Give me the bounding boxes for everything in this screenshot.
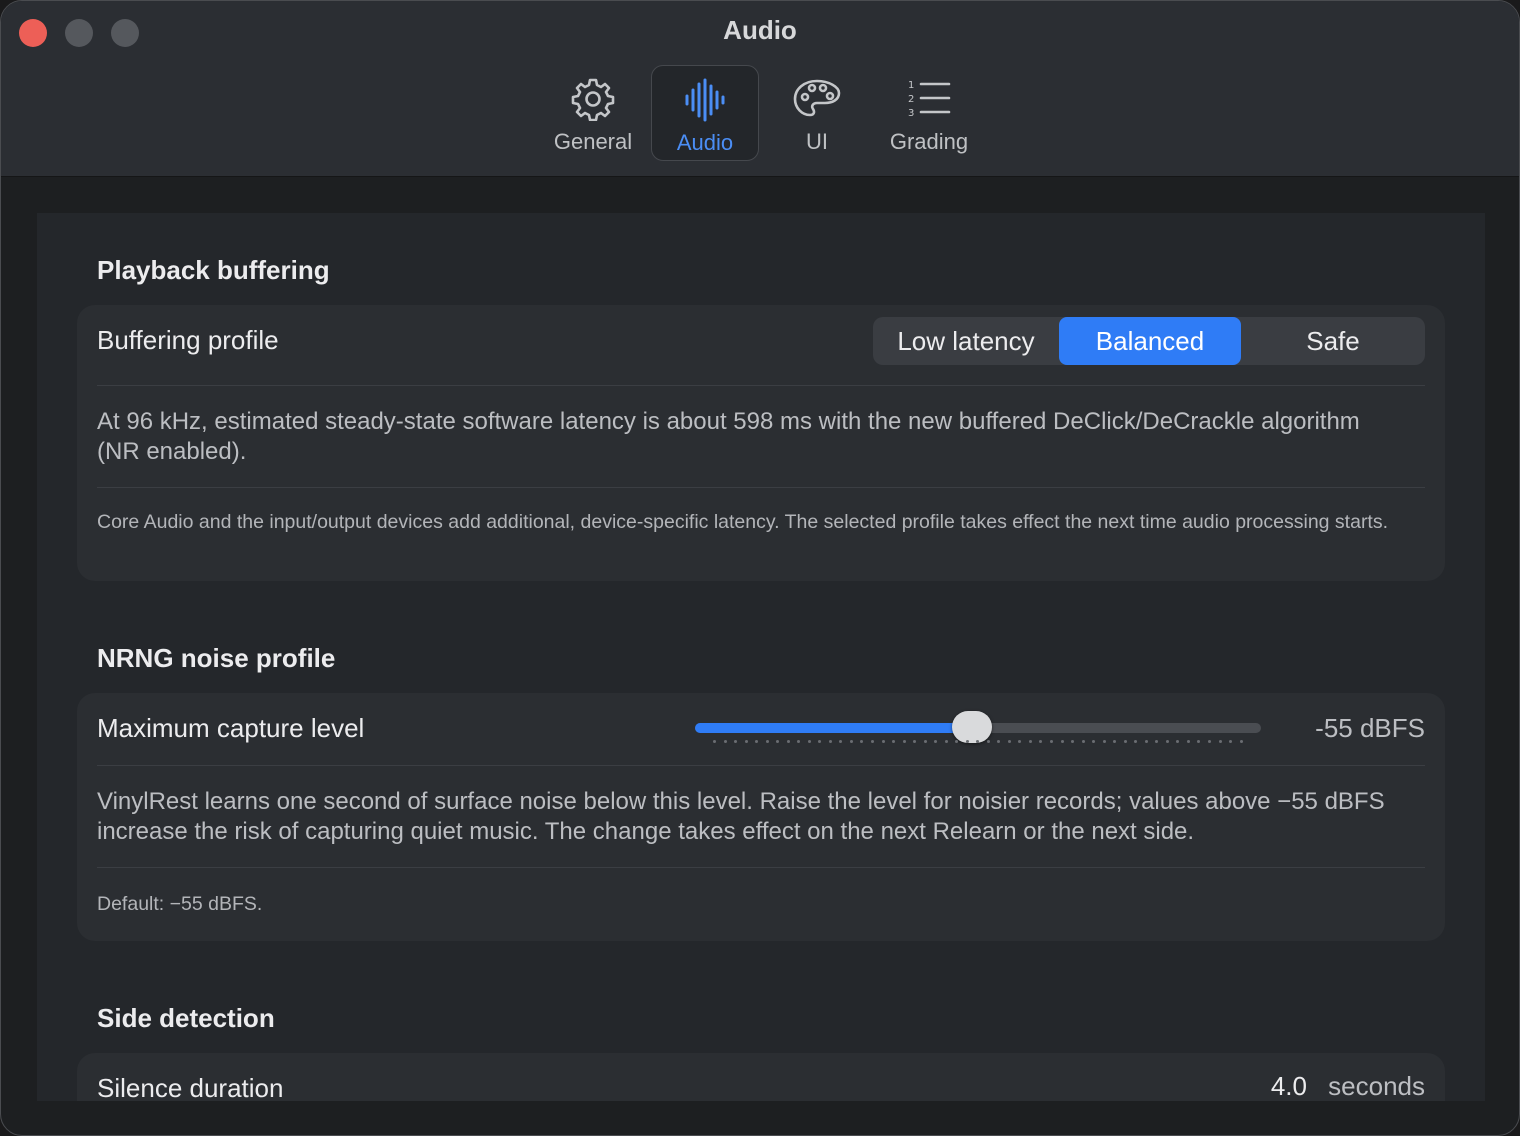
slider-tick [965, 740, 969, 743]
slider-knob[interactable] [952, 711, 993, 743]
settings-content[interactable]: Playback buffering Buffering profile Low… [37, 213, 1485, 1101]
slider-tick [1144, 740, 1148, 743]
slider-tick [734, 740, 738, 743]
slider-tick [839, 740, 843, 743]
option-balanced[interactable]: Balanced [1059, 317, 1241, 365]
slider-tick [986, 740, 990, 743]
noise-description: VinylRest learns one second of surface n… [97, 788, 1385, 845]
tab-audio[interactable]: Audio [651, 65, 759, 161]
slider-tick [1134, 740, 1138, 743]
divider [97, 385, 1425, 386]
slider-tick [828, 740, 832, 743]
buffering-profile-label: Buffering profile [97, 325, 279, 355]
silence-duration-field[interactable]: 4.0 [1271, 1071, 1307, 1101]
tab-label: Grading [889, 129, 969, 154]
svg-text:2: 2 [908, 94, 914, 105]
slider-tick [1018, 740, 1022, 743]
slider-tick [1007, 740, 1011, 743]
silence-duration-label: Silence duration [97, 1073, 284, 1101]
slider-tick [1060, 740, 1064, 743]
slider-tick [1092, 740, 1096, 743]
tab-label: Audio [676, 130, 734, 155]
section-title-side-detection: Side detection [97, 1003, 275, 1033]
option-safe[interactable]: Safe [1241, 317, 1425, 365]
slider-tick [765, 740, 769, 743]
slider-tick [723, 740, 727, 743]
preferences-tabs: General Audio UI 1 2 3 Grading [539, 65, 987, 161]
divider [97, 765, 1425, 766]
numbered-list-icon: 1 2 3 [903, 75, 955, 123]
tab-ui[interactable]: UI [763, 65, 871, 161]
slider-tick [976, 740, 980, 743]
buffering-profile-selector: Low latency Balanced Safe [873, 317, 1425, 365]
option-low-latency[interactable]: Low latency [873, 317, 1059, 365]
section-title-playback: Playback buffering [97, 255, 330, 285]
svg-text:1: 1 [908, 80, 914, 91]
slider-tick [997, 740, 1001, 743]
slider-tick [1176, 740, 1180, 743]
noise-card: Maximum capture level -55 dBFS VinylRest… [77, 693, 1445, 941]
capture-level-label: Maximum capture level [97, 713, 365, 743]
slider-tick [1229, 740, 1233, 743]
slider-tick [1081, 740, 1085, 743]
slider-tick [1028, 740, 1032, 743]
slider-tick [892, 740, 896, 743]
slider-tick [807, 740, 811, 743]
slider-tick [1102, 740, 1106, 743]
waveform-icon [679, 76, 731, 124]
gear-icon [567, 75, 619, 123]
device-latency-note: Core Audio and the input/output devices … [97, 511, 1389, 533]
capture-level-slider[interactable] [695, 711, 1261, 743]
slider-tick [713, 740, 716, 743]
capture-level-value: -55 dBFS [1315, 713, 1425, 743]
slider-tick [1218, 740, 1222, 743]
slider-tick [818, 740, 822, 743]
slider-tick [776, 740, 780, 743]
slider-tick [1050, 740, 1053, 743]
slider-tick [934, 740, 938, 743]
side-detection-card: Silence duration 4.0 seconds [77, 1053, 1445, 1101]
titlebar: Audio General Audio UI 1 2 3 Grading [1, 1, 1519, 177]
tab-general[interactable]: General [539, 65, 647, 161]
default-note: Default: −55 dBFS. [97, 893, 263, 915]
slider-tick [1186, 740, 1190, 743]
section-title-noise: NRNG noise profile [97, 643, 336, 673]
slider-tick [902, 740, 906, 743]
slider-ticks [713, 740, 1243, 744]
divider [97, 487, 1425, 488]
svg-text:3: 3 [908, 108, 914, 119]
slider-tick [849, 740, 853, 743]
tab-label: UI [806, 129, 828, 154]
slider-tick [1071, 740, 1075, 743]
preferences-window: Audio General Audio UI 1 2 3 Grading Pla… [0, 0, 1520, 1136]
slider-tick [870, 740, 874, 743]
slider-tick [1207, 740, 1211, 743]
slider-tick [1155, 740, 1159, 743]
slider-tick [1197, 740, 1201, 743]
slider-fill [695, 723, 973, 733]
slider-tick [744, 740, 748, 743]
divider [97, 867, 1425, 868]
slider-tick [1039, 740, 1043, 743]
slider-tick [944, 740, 948, 743]
latency-note: At 96 kHz, estimated steady-state softwa… [97, 408, 1360, 465]
slider-tick [923, 740, 927, 743]
slider-tick [860, 740, 864, 743]
silence-duration-unit: seconds [1328, 1071, 1425, 1101]
window-title: Audio [723, 15, 797, 45]
slider-tick [755, 740, 759, 743]
slider-tick [1165, 740, 1169, 743]
slider-tick [1123, 740, 1127, 743]
slider-tick [797, 740, 801, 743]
tab-label: General [553, 129, 633, 154]
palette-icon [791, 75, 843, 123]
slider-tick [955, 740, 959, 743]
slider-tick [1113, 740, 1117, 743]
slider-tick [786, 740, 790, 743]
slider-tick [881, 740, 885, 743]
tab-grading[interactable]: 1 2 3 Grading [875, 65, 983, 161]
slider-tick [913, 740, 917, 743]
slider-tick [1239, 740, 1243, 743]
playback-card: Buffering profile Low latency Balanced S… [77, 305, 1445, 581]
